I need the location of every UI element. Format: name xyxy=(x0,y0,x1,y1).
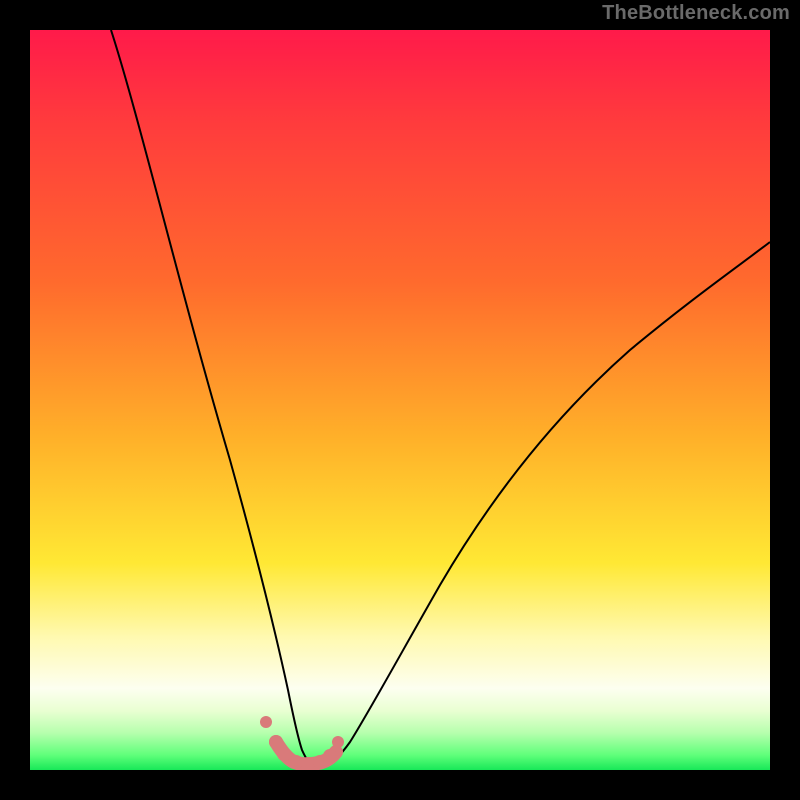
plot-area xyxy=(30,30,770,770)
watermark-text: TheBottleneck.com xyxy=(602,2,790,25)
valley-highlight-dots xyxy=(260,716,344,770)
bottleneck-curve-svg xyxy=(30,30,770,770)
chart-frame: TheBottleneck.com xyxy=(0,0,800,800)
bottleneck-curve xyxy=(111,30,770,766)
